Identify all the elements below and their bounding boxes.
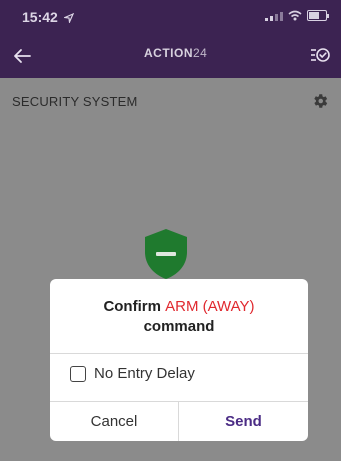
no-entry-delay-option[interactable]: No Entry Delay <box>70 365 195 382</box>
logo-number: 24 <box>193 46 208 60</box>
confirm-dialog: Confirm ARM (AWAY) command No Entry Dela… <box>50 279 308 441</box>
cancel-button[interactable]: Cancel <box>50 402 178 441</box>
no-entry-delay-checkbox[interactable] <box>70 365 86 382</box>
battery-icon <box>307 10 329 21</box>
status-icons <box>265 10 329 21</box>
command-highlight: ARM (AWAY) <box>165 298 255 315</box>
wifi-icon <box>288 10 302 21</box>
page-title: SECURITY SYSTEM <box>12 94 138 109</box>
checklist-icon[interactable] <box>309 44 331 66</box>
dialog-divider <box>50 353 308 354</box>
nav-bar: ACTION 24 <box>0 34 341 78</box>
send-button[interactable]: Send <box>179 402 308 441</box>
shield-icon[interactable] <box>143 228 189 280</box>
checkbox-label: No Entry Delay <box>94 365 195 382</box>
gear-icon[interactable] <box>311 92 329 110</box>
logo-text: ACTION <box>144 46 193 60</box>
status-bar: 15:42 <box>0 0 341 34</box>
signal-icon <box>265 11 283 21</box>
back-arrow-icon[interactable] <box>10 44 34 68</box>
location-arrow-icon <box>62 12 74 25</box>
security-system-panel: SECURITY SYSTEM Confirm ARM (AWAY) comma… <box>0 78 341 461</box>
app-logo: ACTION 24 <box>144 46 207 60</box>
dialog-message: Confirm ARM (AWAY) command <box>103 298 255 335</box>
status-time: 15:42 <box>22 9 74 25</box>
